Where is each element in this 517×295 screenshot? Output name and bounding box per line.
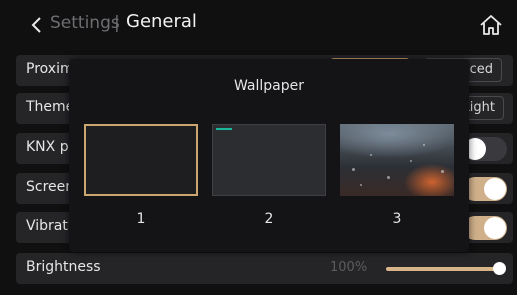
- wallpaper-label-2: 2: [264, 211, 274, 227]
- brightness-slider-handle[interactable]: [493, 262, 506, 275]
- knx-toggle[interactable]: [463, 137, 507, 161]
- chevron-left-icon[interactable]: [30, 16, 44, 34]
- wallpaper-option-3[interactable]: [340, 124, 454, 196]
- brightness-value: 100%: [330, 260, 368, 275]
- vibration-toggle[interactable]: [463, 216, 507, 240]
- brightness-slider[interactable]: [386, 267, 504, 271]
- breadcrumb-separator: |: [114, 13, 120, 33]
- wallpaper-label-1: 1: [136, 211, 146, 227]
- wallpaper-option-2[interactable]: [212, 124, 326, 196]
- header-bar: Settings | General: [0, 0, 517, 44]
- row-label: Theme: [26, 99, 75, 115]
- settings-row-brightness: Brightness 100%: [16, 253, 513, 284]
- raindrop: [423, 144, 425, 146]
- breadcrumb-parent[interactable]: Settings: [50, 13, 120, 33]
- row-label: KNX p: [26, 139, 69, 155]
- raindrop: [370, 154, 372, 156]
- row-label: Brightness: [26, 259, 101, 275]
- wallpaper-dialog: Wallpaper 1 2 3: [69, 59, 469, 252]
- raindrop: [387, 176, 390, 179]
- wallpaper-label-3: 3: [392, 211, 402, 227]
- wallpaper-option-1[interactable]: [84, 124, 198, 196]
- raindrop: [352, 168, 355, 171]
- toggle-knob: [484, 217, 506, 239]
- toggle-knob: [484, 178, 506, 200]
- wallpaper-accent-line: [216, 128, 232, 130]
- row-label: Screen: [26, 179, 75, 195]
- page-title: General: [126, 11, 197, 32]
- dialog-title: Wallpaper: [233, 78, 305, 94]
- raindrop: [410, 160, 412, 162]
- screen-toggle[interactable]: [463, 177, 507, 201]
- raindrop: [441, 170, 444, 173]
- home-icon[interactable]: [479, 14, 503, 36]
- raindrop: [360, 184, 362, 186]
